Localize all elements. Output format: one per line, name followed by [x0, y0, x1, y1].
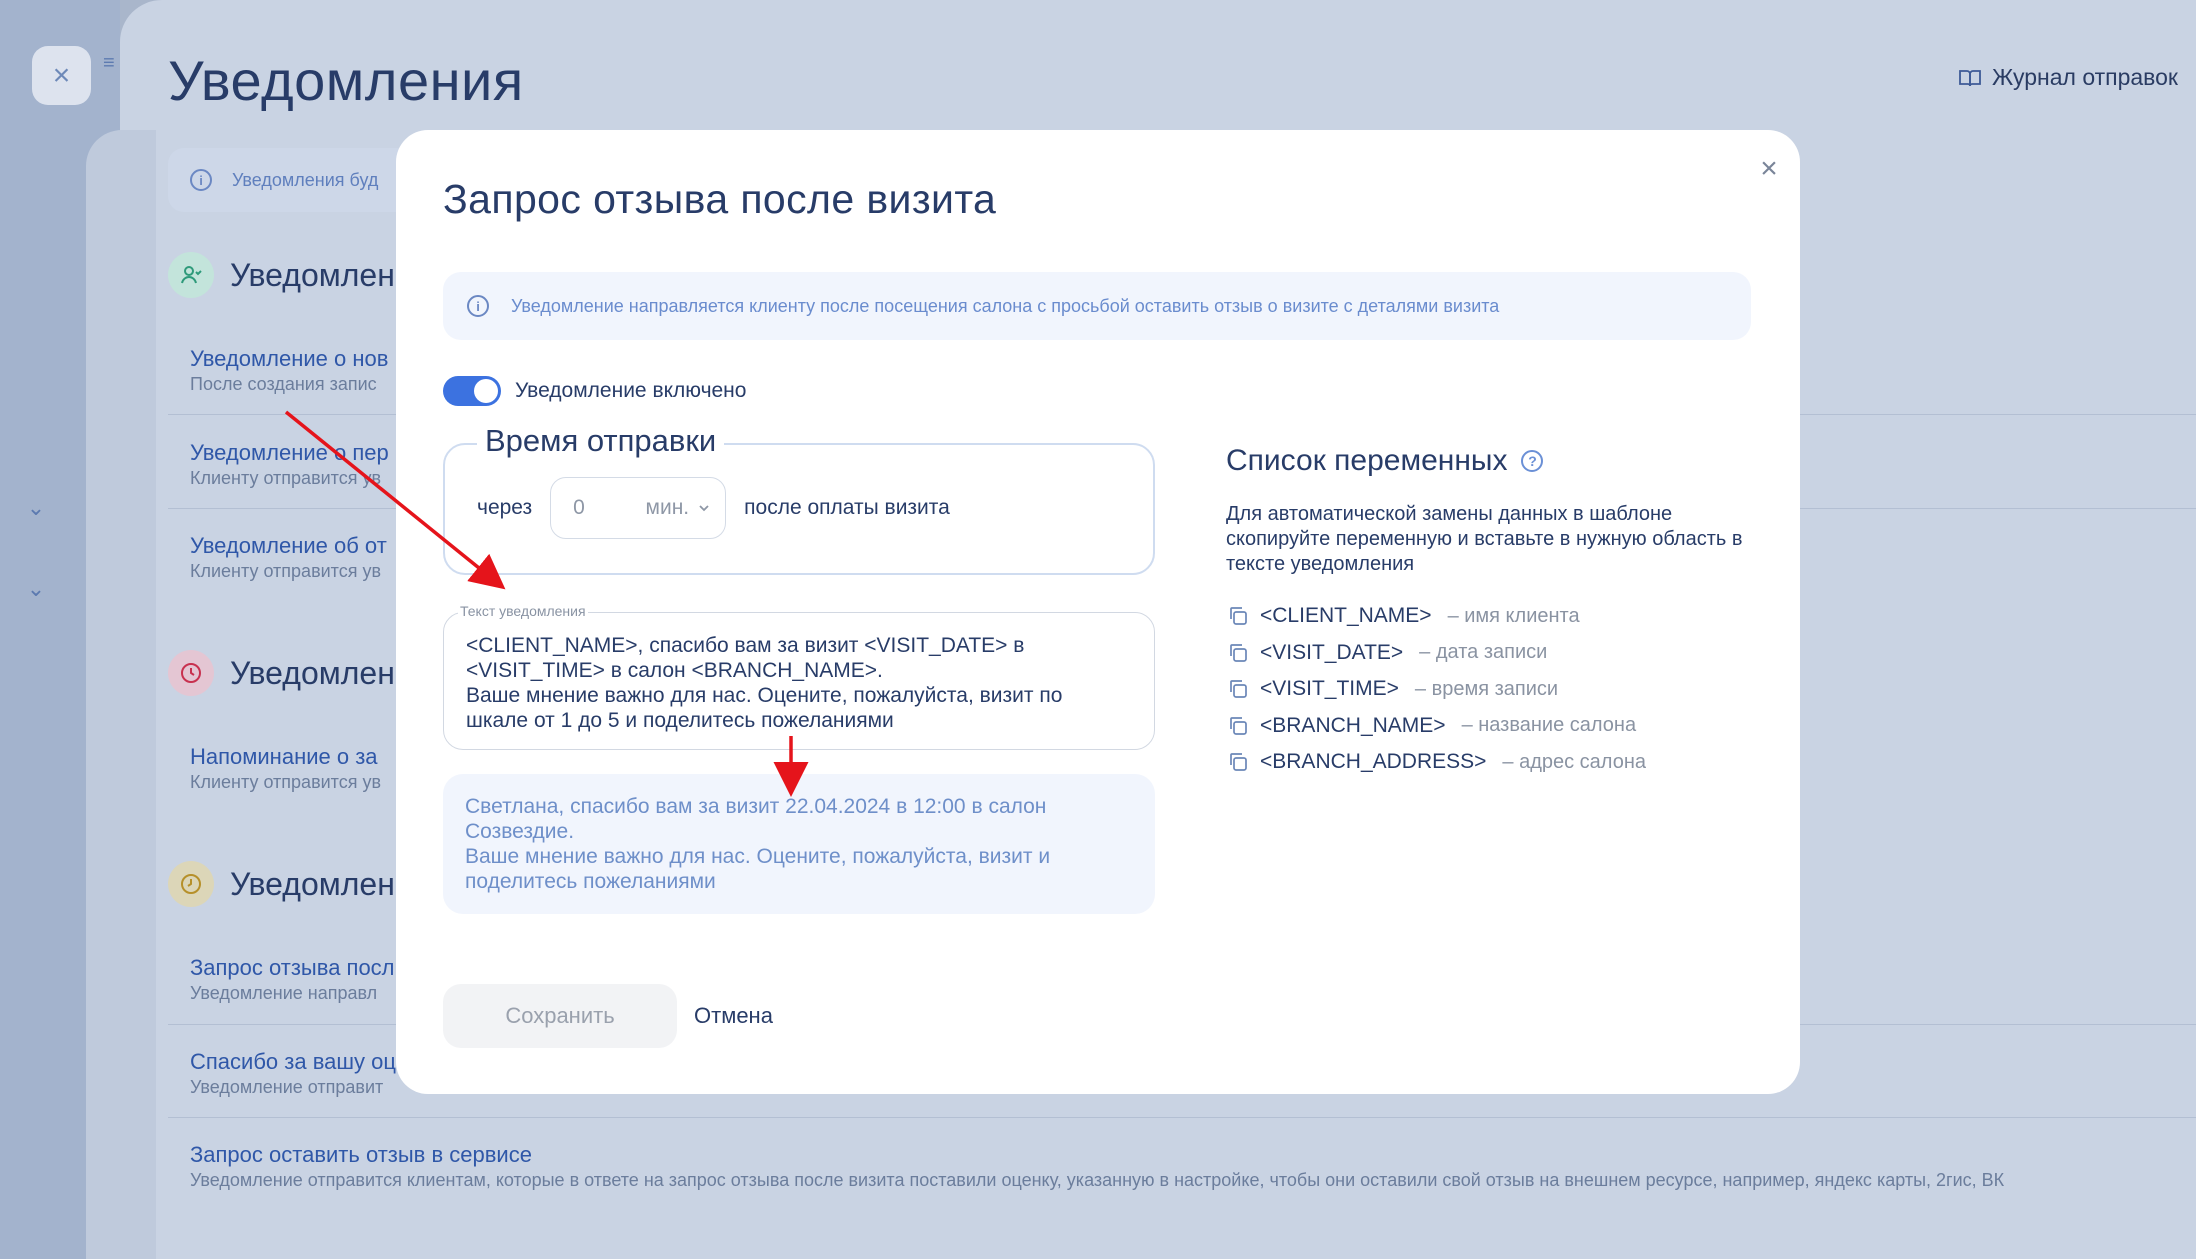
variable-desc: – название салона [1461, 714, 1637, 737]
inner-panel [86, 130, 156, 1259]
save-button[interactable]: Сохранить [443, 984, 677, 1048]
chevron-down-icon[interactable]: ⌄ [22, 575, 50, 603]
list-item[interactable]: Напоминание о за Клиенту отправится ув [190, 744, 381, 793]
template-textarea[interactable]: Текст уведомления <CLIENT_NAME>, спасибо… [443, 603, 1155, 750]
journal-link[interactable]: Журнал отправок [1958, 64, 2178, 91]
timer-icon [168, 861, 214, 907]
user-icon [168, 252, 214, 298]
list-item[interactable]: Запрос отзыва посл Уведомление направл [190, 955, 395, 1004]
page-title: Уведомления [168, 49, 524, 112]
copy-icon[interactable] [1226, 714, 1250, 738]
variable-item[interactable]: <VISIT_DATE> – дата записи [1226, 635, 1646, 672]
list-item-subtitle: Клиенту отправится ув [190, 561, 382, 581]
variable-desc: – время записи [1414, 677, 1559, 700]
enable-toggle-row: Уведомление включено [443, 376, 746, 406]
template-label: Текст уведомления [458, 603, 588, 619]
list-item[interactable]: Уведомление о пер Клиенту отправится ув [190, 440, 389, 489]
variable-name: <BRANCH_ADDRESS> [1260, 750, 1487, 774]
copy-icon[interactable] [1226, 604, 1250, 628]
variable-desc: – имя клиента [1447, 604, 1580, 627]
list-item-subtitle: Клиенту отправится ув [190, 468, 382, 488]
list-item[interactable]: Уведомление о нов После создания запис [190, 346, 388, 395]
variable-item[interactable]: <VISIT_TIME> – время записи [1226, 671, 1646, 708]
send-time-suffix: после оплаты визита [744, 496, 950, 519]
template-text[interactable]: <CLIENT_NAME>, спасибо вам за визит <VIS… [466, 633, 1136, 733]
variables-title: Список переменных [1226, 444, 1508, 477]
toggle-knob [474, 379, 498, 403]
section-title: Уведомлен [230, 654, 395, 691]
section-header: Уведомлен [168, 252, 395, 298]
close-icon[interactable]: × [32, 46, 91, 105]
list-item-subtitle: После создания запис [190, 374, 377, 394]
variable-item[interactable]: <BRANCH_ADDRESS> – адрес салона [1226, 744, 1646, 781]
list-item[interactable]: Запрос оставить отзыв в сервисе Уведомле… [190, 1142, 2004, 1191]
send-time-group: Время отправки через 0 мин. после оплаты… [443, 423, 1155, 575]
variable-name: <VISIT_DATE> [1260, 640, 1404, 664]
copy-icon[interactable] [1226, 677, 1250, 701]
divider [168, 1117, 2196, 1118]
send-time-legend: Время отправки [477, 423, 725, 459]
variables-title-row: Список переменных ? [1226, 444, 1544, 478]
variable-item[interactable]: <CLIENT_NAME> – имя клиента [1226, 598, 1646, 635]
list-item-title: Спасибо за вашу оц [190, 1049, 396, 1074]
chevron-down-icon [699, 505, 709, 512]
variable-name: <CLIENT_NAME> [1260, 604, 1432, 628]
section-header: Уведомлен [168, 861, 395, 907]
notification-settings-modal: × Запрос отзыва после визита i Уведомлен… [396, 130, 1800, 1094]
variable-desc: – адрес салона [1502, 750, 1646, 773]
list-item[interactable]: Спасибо за вашу оц Уведомление отправит [190, 1049, 396, 1098]
journal-label: Журнал отправок [1992, 64, 2178, 90]
help-icon[interactable]: ? [1521, 450, 1544, 472]
modal-info-text: Уведомление направляется клиенту после п… [511, 295, 1500, 316]
info-icon: i [467, 295, 489, 317]
list-item-title: Уведомление о нов [190, 346, 389, 371]
modal-info-banner: i Уведомление направляется клиенту после… [443, 272, 1751, 340]
delay-value: 0 [573, 496, 585, 519]
variables-description: Для автоматической замены данных в шабло… [1226, 503, 1743, 575]
page-info-text: Уведомления буд [232, 169, 379, 190]
cancel-button[interactable]: Отмена [694, 984, 773, 1048]
toggle-label: Уведомление включено [515, 379, 747, 402]
section-title: Уведомлен [230, 256, 395, 293]
chevron-down-icon[interactable]: ⌄ [22, 494, 50, 522]
variable-item[interactable]: <BRANCH_NAME> – название салона [1226, 708, 1646, 745]
list-item-subtitle: Уведомление направл [190, 983, 378, 1003]
enable-toggle[interactable] [443, 376, 501, 406]
section-header: Уведомлен [168, 650, 395, 696]
list-item-subtitle: Клиенту отправится ув [190, 772, 382, 792]
section-title: Уведомлен [230, 865, 395, 902]
list-item-title: Уведомление о пер [190, 440, 389, 465]
book-icon [1959, 69, 1981, 86]
modal-title: Запрос отзыва после визита [443, 176, 997, 222]
list-item-title: Уведомление об от [190, 533, 387, 558]
list-item-subtitle: Уведомление отправится клиентам, которые… [190, 1170, 2005, 1190]
variable-name: <BRANCH_NAME> [1260, 713, 1446, 737]
delay-select[interactable]: 0 мин. [550, 477, 727, 539]
copy-icon[interactable] [1226, 641, 1250, 665]
template-preview: Светлана, спасибо вам за визит 22.04.202… [443, 774, 1155, 914]
delay-unit-label: мин. [645, 496, 690, 519]
modal-close-icon[interactable]: × [1754, 154, 1784, 184]
copy-icon[interactable] [1226, 750, 1250, 774]
variable-desc: – дата записи [1419, 641, 1548, 664]
send-time-prefix: через [477, 496, 533, 519]
list-item-subtitle: Уведомление отправит [190, 1077, 384, 1097]
clock-icon [168, 650, 214, 696]
list-item-title: Напоминание о за [190, 744, 378, 769]
send-time-row: через 0 мин. после оплаты визита [477, 477, 950, 539]
delay-unit: мин. [646, 496, 712, 520]
list-item-title: Запрос оставить отзыв в сервисе [190, 1142, 532, 1167]
preview-text: Светлана, спасибо вам за визит 22.04.202… [465, 795, 1051, 893]
list-item-title: Запрос отзыва посл [190, 955, 395, 980]
list-item[interactable]: Уведомление об от Клиенту отправится ув [190, 533, 387, 582]
info-icon: i [190, 169, 212, 191]
variables-list: <CLIENT_NAME> – имя клиента <VISIT_DATE>… [1226, 598, 1646, 781]
variable-name: <VISIT_TIME> [1260, 677, 1399, 701]
